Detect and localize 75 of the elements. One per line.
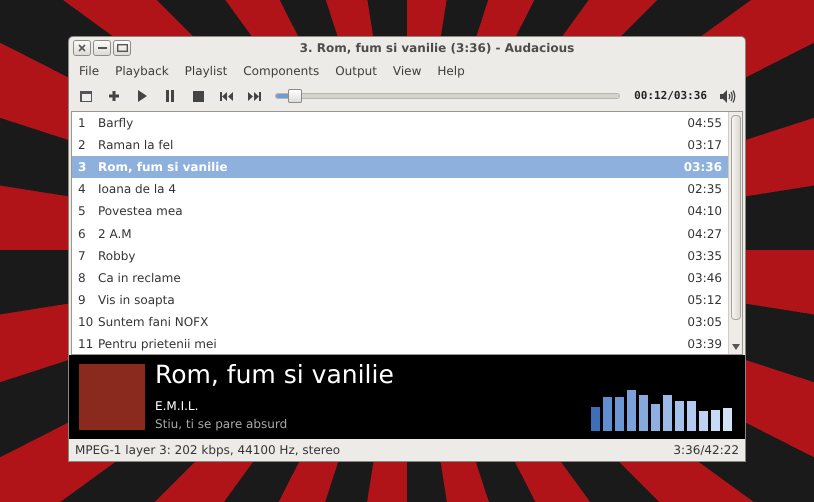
track-number: 6 [78, 226, 87, 243]
track-title: Rom, fum si vanilie [155, 361, 395, 389]
track-length: 03:39 [687, 336, 722, 353]
track-length: 04:55 [687, 115, 722, 132]
total-time: 3:36/42:22 [673, 442, 739, 459]
playlist-row[interactable]: 5 Povestea mea 04:10 [72, 200, 728, 222]
track-length: 04:27 [687, 226, 722, 243]
track-title: Robby [98, 248, 136, 265]
track-length: 05:12 [687, 292, 722, 309]
minimize-icon [98, 46, 106, 50]
track-title: Pentru prietenii mei [98, 336, 218, 353]
album-art-placeholder [79, 364, 145, 430]
menu-item[interactable]: Help [429, 60, 473, 82]
playlist-row[interactable]: 2 Raman la fel 03:17 [72, 134, 728, 156]
track-title: Ca in reclame [98, 270, 182, 287]
track-number: 8 [78, 270, 87, 287]
track-title: Suntem fani NOFX [98, 314, 210, 331]
playlist-row[interactable]: 4 Ioana de la 4 02:35 [72, 178, 728, 200]
menu-item[interactable]: File [71, 60, 108, 82]
track-title: Ioana de la 4 [98, 181, 177, 198]
playlist-row[interactable]: 6 2 A.M 04:27 [72, 222, 728, 245]
track-title: Raman la fel [98, 137, 174, 154]
track-length: 03:17 [687, 137, 722, 154]
playback-time: 00:12/03:36 [633, 88, 708, 104]
track-title: Rom, fum si vanilie [98, 159, 229, 176]
playlist-row[interactable]: 10 Suntem fani NOFX 03:05 [72, 310, 728, 333]
album-name: Stiu, ti se pare absurd [155, 416, 288, 433]
seek-handle[interactable] [288, 89, 302, 103]
playlist-row[interactable]: 8 Ca in reclame 03:46 [72, 266, 728, 289]
close-icon [78, 44, 86, 52]
playlist-row[interactable]: 1 Barfly 04:55 [72, 112, 728, 134]
track-length: 03:05 [687, 314, 722, 331]
track-number: 5 [78, 203, 87, 220]
menu-item[interactable]: Playback [107, 60, 177, 82]
menu-item[interactable]: Output [327, 60, 385, 82]
playlist-row[interactable]: 11 Pentru prietenii mei 03:39 [72, 332, 728, 354]
track-title: Barfly [98, 115, 134, 132]
maximize-icon [116, 44, 128, 52]
pause-icon [165, 90, 175, 102]
track-length: 03:35 [687, 248, 722, 265]
artist-name: E.M.I.L. [155, 398, 200, 415]
menu-item[interactable]: Playlist [176, 60, 236, 82]
plus-icon [108, 90, 120, 102]
menu-item[interactable]: Components [235, 60, 328, 82]
track-number: 9 [78, 292, 87, 309]
track-number: 1 [78, 115, 87, 132]
track-title: Vis in soapta [98, 292, 176, 309]
track-title: Povestea mea [98, 203, 184, 220]
track-number: 3 [78, 159, 88, 176]
playlist-row[interactable]: 9 Vis in soapta 05:12 [72, 288, 728, 311]
track-length: 03:46 [687, 270, 722, 287]
close-button[interactable] [73, 40, 91, 56]
play-icon [137, 90, 147, 102]
track-length: 02:35 [687, 181, 722, 198]
track-number: 4 [78, 181, 87, 198]
track-title: 2 A.M [98, 226, 133, 243]
track-number: 7 [78, 248, 87, 265]
scroll-down-icon[interactable] [732, 344, 740, 350]
stream-format: MPEG-1 layer 3: 202 kbps, 44100 Hz, stereo [75, 442, 340, 459]
track-length: 03:36 [684, 159, 722, 176]
scrollbar-thumb[interactable] [730, 115, 740, 320]
previous-icon [220, 92, 232, 100]
track-number: 2 [78, 137, 87, 154]
maximize-button[interactable] [113, 40, 131, 56]
window-title: 3. Rom, fum si vanilie (3:36) - Audacious [298, 40, 576, 57]
next-icon [248, 92, 260, 100]
track-number: 10 [78, 314, 94, 331]
track-number: 11 [78, 336, 94, 353]
speaker-icon [720, 90, 736, 102]
playlist-row[interactable]: 7 Robby 03:35 [72, 244, 728, 267]
stop-icon [192, 90, 204, 102]
scrollbar[interactable] [728, 112, 742, 354]
menu-item[interactable]: View [384, 60, 430, 82]
track-length: 04:10 [687, 203, 722, 220]
minimize-button[interactable] [93, 40, 111, 56]
